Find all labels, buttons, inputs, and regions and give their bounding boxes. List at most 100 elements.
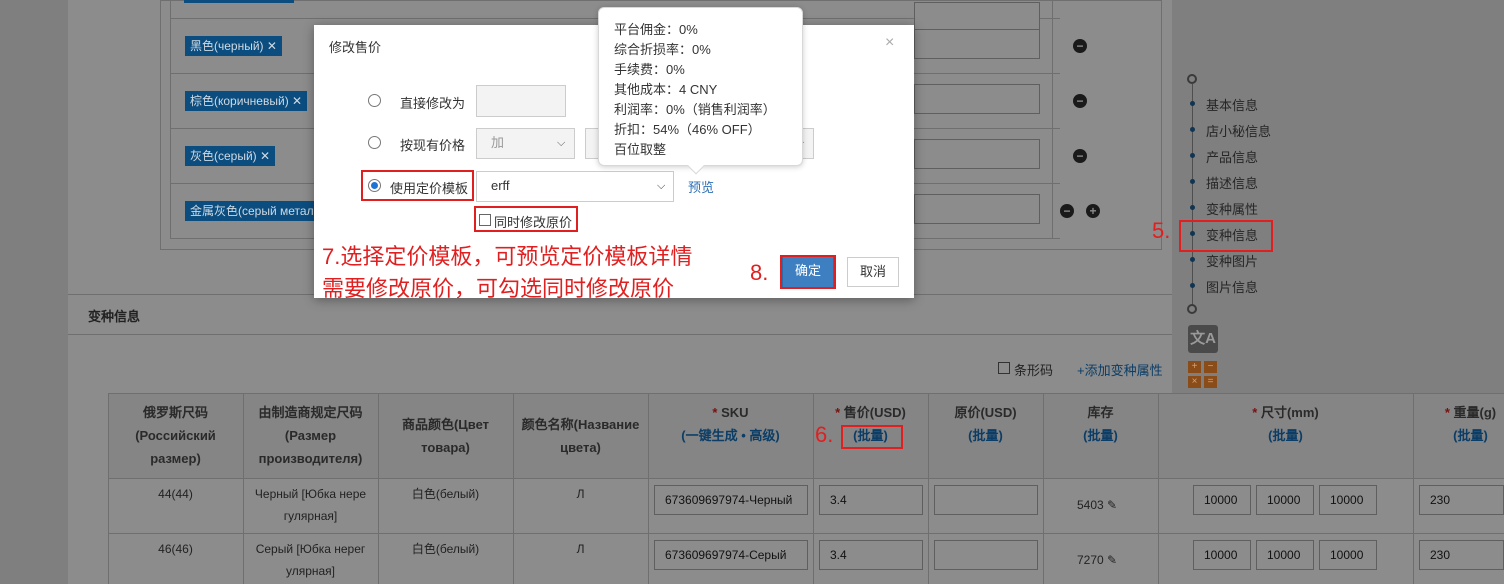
length-input[interactable]: 10000: [1193, 485, 1251, 515]
radio-direct[interactable]: [368, 94, 381, 107]
column-header: 俄罗斯尺码 (Российский размер): [108, 401, 243, 470]
side-nav-item-basic[interactable]: 基本信息: [1206, 95, 1258, 114]
color-tag[interactable]: 棕色(коричневый) ✕: [185, 91, 308, 111]
column-header: 由制造商规定尺码 (Размер производителя): [243, 401, 378, 470]
color-tag[interactable]: 灰色(серый) ✕: [185, 146, 276, 166]
close-icon[interactable]: ×: [885, 34, 894, 52]
original-price-input[interactable]: [934, 540, 1038, 570]
header-line: производителя): [258, 451, 363, 466]
tooltip-line: 其他成本：4 CNY: [614, 82, 718, 97]
option-direct-label: 直接修改为: [400, 96, 466, 111]
annotation-box-variant-nav: [1179, 220, 1273, 252]
price-input[interactable]: 3.4: [819, 540, 923, 570]
length-input[interactable]: 10000: [1193, 540, 1251, 570]
color-alias-input[interactable]: [914, 139, 1040, 169]
remove-row-icon[interactable]: −: [1060, 204, 1074, 218]
divider: [68, 334, 1172, 335]
height-input[interactable]: 10000: [1319, 485, 1377, 515]
color-alias-input[interactable]: [914, 84, 1040, 114]
header-line: 由制造商规定尺码: [258, 405, 363, 420]
required-mark: *: [712, 405, 718, 420]
remove-icon[interactable]: ✕: [292, 94, 302, 108]
cell-ru-size: 44(44): [158, 487, 193, 501]
option-existing-label: 按现有价格: [400, 138, 466, 153]
remove-icon[interactable]: ✕: [260, 149, 270, 163]
cell-line: улярная]: [285, 564, 336, 578]
batch-stock-link[interactable]: (批量): [1043, 424, 1158, 447]
nav-dot-icon: [1190, 283, 1195, 288]
variant-section-title: 变种信息: [88, 309, 141, 324]
translate-icon[interactable]: 文A: [1188, 325, 1218, 353]
remove-row-icon[interactable]: −: [1073, 39, 1087, 53]
cell-stock: 5403 ✎: [1077, 494, 1117, 516]
operator-select[interactable]: 加 ⌵: [476, 128, 575, 159]
edit-pencil-icon[interactable]: ✎: [1107, 498, 1117, 512]
color-alias-input[interactable]: [914, 2, 1040, 32]
color-tag-label: 黑色(черный): [190, 39, 264, 53]
divider: [108, 478, 1504, 479]
advanced-link[interactable]: 高级: [749, 428, 775, 443]
side-nav-item-images[interactable]: 图片信息: [1206, 277, 1258, 296]
generate-sku-link[interactable]: 一键生成: [686, 428, 738, 443]
tooltip-line: 综合折损率：0%: [614, 42, 711, 57]
side-nav-item-variant-images[interactable]: 变种图片: [1206, 251, 1258, 270]
side-nav-item-product[interactable]: 产品信息: [1206, 147, 1258, 166]
calculator-icon[interactable]: + − × =: [1188, 361, 1218, 389]
side-nav-end-icon: [1187, 304, 1197, 314]
add-variant-attribute-link[interactable]: +添加变种属性: [1077, 360, 1163, 379]
weight-input[interactable]: 230: [1419, 540, 1504, 570]
radio-existing[interactable]: [368, 136, 381, 149]
color-tag[interactable]: 金属灰色(серый метал: [185, 201, 315, 221]
batch-size-link[interactable]: (批量): [1158, 424, 1413, 447]
template-select[interactable]: erff ⌵: [476, 171, 674, 202]
cell-stock: 7270 ✎: [1077, 549, 1117, 571]
color-tag[interactable]: 黑色(черный) ✕: [185, 36, 282, 56]
annotation-box-template: [361, 170, 474, 201]
header-line: товара): [421, 440, 470, 455]
paren: ): [775, 428, 780, 443]
annotation-box-original: [474, 206, 578, 232]
height-input[interactable]: 10000: [1319, 540, 1377, 570]
sku-input[interactable]: 673609697974-Черный: [654, 485, 808, 515]
color-alias-input[interactable]: [914, 29, 1040, 59]
edit-pencil-icon[interactable]: ✎: [1107, 553, 1117, 567]
divider: [108, 393, 1504, 394]
remove-row-icon[interactable]: −: [1073, 149, 1087, 163]
remove-icon[interactable]: ✕: [267, 39, 277, 53]
side-nav-item-description[interactable]: 描述信息: [1206, 173, 1258, 192]
color-tag-label: 灰色(серый): [190, 149, 257, 163]
nav-dot-icon: [1190, 101, 1195, 106]
width-input[interactable]: 10000: [1256, 540, 1314, 570]
barcode-checkbox[interactable]: [998, 362, 1010, 374]
tooltip-line: 平台佣金：0%: [614, 22, 698, 37]
header-label: 重量(g): [1453, 405, 1497, 420]
calc-times: ×: [1188, 376, 1201, 388]
preview-link[interactable]: 预览: [688, 177, 714, 196]
cell-line: Черный [Юбка нере: [254, 487, 367, 501]
cell-ru-size: 46(46): [158, 542, 193, 556]
side-nav-item-dxm[interactable]: 店小秘信息: [1206, 121, 1271, 140]
batch-weight-link[interactable]: (批量): [1413, 424, 1504, 447]
sku-input[interactable]: 673609697974-Серый: [654, 540, 808, 570]
nav-dot-icon: [1190, 257, 1195, 262]
original-price-input[interactable]: [934, 485, 1038, 515]
cancel-button[interactable]: 取消: [847, 257, 899, 287]
direct-price-input[interactable]: [476, 85, 566, 117]
price-input[interactable]: 3.4: [819, 485, 923, 515]
divider: [170, 0, 171, 238]
annotation-step7-line2: 需要修改原价，可勾选同时修改原价: [322, 276, 675, 301]
remove-row-icon[interactable]: −: [1073, 94, 1087, 108]
color-alias-input[interactable]: [914, 194, 1040, 224]
header-label: 售价(USD): [843, 405, 906, 420]
side-nav-item-variant-attr[interactable]: 变种属性: [1206, 199, 1258, 218]
batch-original-link[interactable]: (批量): [928, 424, 1043, 447]
cell-line: Серый [Юбка нерег: [255, 542, 366, 556]
calc-minus: −: [1204, 361, 1217, 373]
weight-input[interactable]: 230: [1419, 485, 1504, 515]
annotation-step7-line1: 7.选择定价模板，可预览定价模板详情: [322, 244, 693, 269]
width-input[interactable]: 10000: [1256, 485, 1314, 515]
tooltip-line: 百位取整: [614, 142, 667, 157]
barcode-label: 条形码: [1014, 363, 1054, 378]
add-row-icon[interactable]: +: [1086, 204, 1100, 218]
cell-color-name: Л: [576, 487, 585, 501]
